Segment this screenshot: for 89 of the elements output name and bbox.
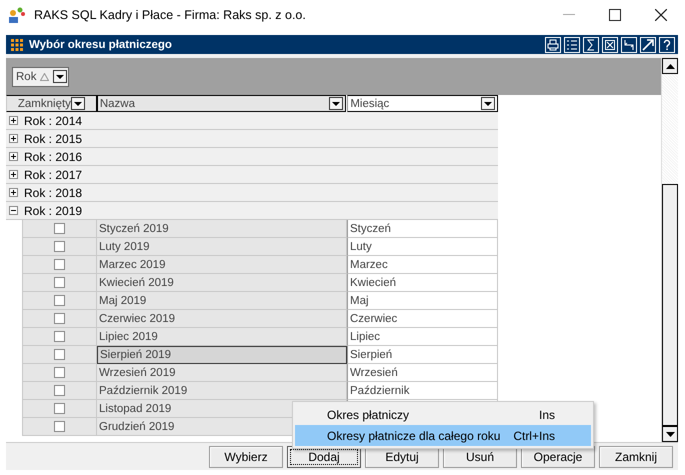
checkbox[interactable] — [54, 259, 65, 270]
scroll-up-button[interactable] — [662, 58, 678, 74]
checkbox[interactable] — [54, 367, 65, 378]
column-header-label: Zamknięty — [18, 98, 71, 110]
table-cell[interactable]: Sierpień 2019 — [97, 346, 347, 364]
expand-icon[interactable] — [9, 116, 18, 125]
group-row[interactable]: Rok : 2019 — [6, 202, 498, 220]
group-label: Rok : 2015 — [24, 132, 82, 146]
group-label: Rok : 2014 — [24, 114, 82, 128]
table-cell: Maj — [347, 292, 498, 310]
group-row[interactable]: Rok : 2014 — [6, 112, 498, 130]
checkbox[interactable] — [54, 295, 65, 306]
dropdown-button[interactable] — [53, 70, 68, 83]
checkbox[interactable] — [54, 403, 65, 414]
help-icon[interactable] — [659, 36, 675, 52]
dropdown-icon — [332, 102, 340, 106]
table-cell[interactable]: Marzec 2019 — [97, 256, 347, 274]
table-cell[interactable]: Maj 2019 — [97, 292, 347, 310]
panel-title: Wybór okresu płatniczego — [29, 38, 172, 50]
up-arrow-icon — [666, 64, 675, 68]
group-label: Rok : 2019 — [24, 204, 82, 218]
dropdown-button[interactable] — [481, 97, 495, 110]
table-cell: Wrzesień — [347, 364, 498, 382]
dropdown-button[interactable] — [329, 97, 344, 110]
table-cell: Styczeń — [347, 220, 498, 238]
table-cell[interactable]: Styczeń 2019 — [97, 220, 347, 238]
dropdown-icon — [74, 102, 82, 106]
dropdown-icon — [484, 102, 492, 106]
printer-icon[interactable] — [545, 36, 561, 52]
table-cell[interactable]: Kwiecień 2019 — [97, 274, 347, 292]
expand-icon[interactable] — [9, 152, 18, 161]
window-title: RAKS SQL Kadry i Płace - Firma: Raks sp. z o.o. — [34, 8, 306, 22]
table-cell: Marzec — [347, 256, 498, 274]
dropdown-icon — [56, 74, 64, 78]
dropdown-button[interactable] — [70, 97, 85, 110]
app-icon — [8, 6, 26, 24]
group-row[interactable]: Rok : 2016 — [6, 148, 498, 166]
table-cell[interactable]: Październik 2019 — [97, 382, 347, 400]
expand-icon[interactable] — [9, 170, 18, 179]
scroll-thumb[interactable] — [662, 184, 678, 426]
button[interactable]: Wybierz — [209, 446, 283, 468]
expand-icon[interactable] — [9, 188, 18, 197]
grid-icon — [11, 38, 23, 50]
checkbox[interactable] — [54, 241, 65, 252]
shortcut-label: Ctrl+Ins — [513, 428, 555, 442]
scrollbar[interactable] — [661, 58, 678, 442]
table-cell[interactable]: Czerwiec 2019 — [97, 310, 347, 328]
table-cell[interactable]: Lipiec 2019 — [97, 328, 347, 346]
collapse-icon[interactable] — [9, 206, 18, 215]
checkbox[interactable] — [54, 277, 65, 288]
checkbox[interactable] — [54, 349, 65, 360]
sum-icon[interactable] — [583, 36, 599, 52]
column-header-label: Miesiąc — [350, 98, 390, 110]
checkbox[interactable] — [54, 421, 65, 432]
column-header-label: Nazwa — [100, 98, 135, 110]
checkbox[interactable] — [54, 331, 65, 342]
sort-ascending-icon — [40, 72, 50, 80]
group-row[interactable]: Rok : 2015 — [6, 130, 498, 148]
table-cell: Czerwiec — [347, 310, 498, 328]
checklist-icon[interactable] — [564, 36, 580, 52]
group-row[interactable]: Rok : 2018 — [6, 184, 498, 202]
table-cell[interactable]: Wrzesień 2019 — [97, 364, 347, 382]
column-header[interactable]: Zamknięty — [6, 95, 97, 112]
expand-icon[interactable] — [9, 134, 18, 143]
checkbox[interactable] — [54, 223, 65, 234]
maximize-icon[interactable] — [609, 9, 621, 21]
shortcut-label: Ins — [538, 408, 555, 422]
group-label: Rok : 2018 — [24, 186, 82, 200]
group-row[interactable]: Rok : 2017 — [6, 166, 498, 184]
export-arrow-icon[interactable] — [640, 36, 656, 52]
group-chip[interactable]: Rok — [12, 66, 70, 86]
table-cell: Październik — [347, 382, 498, 400]
table-cell: Luty — [347, 238, 498, 256]
table-cell[interactable]: Luty 2019 — [97, 238, 347, 256]
button[interactable]: Zamknij — [599, 446, 673, 468]
column-header[interactable]: Miesiąc — [347, 95, 498, 112]
group-label: Rok : 2017 — [24, 168, 82, 182]
group-label: Rok : 2016 — [24, 150, 82, 164]
checkbox[interactable] — [54, 313, 65, 324]
table-cell: Lipiec — [347, 328, 498, 346]
close-icon[interactable] — [655, 9, 667, 21]
table-cell: Kwiecień — [347, 274, 498, 292]
scroll-down-button[interactable] — [662, 426, 678, 442]
menu-item[interactable]: Okresy płatnicze dla całego roku Ctrl+Ins — [295, 425, 591, 446]
table-cell: Sierpień — [347, 346, 498, 364]
group-chip-label: Rok — [16, 70, 36, 82]
down-arrow-icon — [666, 432, 675, 436]
checkbox[interactable] — [54, 385, 65, 396]
column-header[interactable]: Nazwa — [96, 95, 346, 112]
